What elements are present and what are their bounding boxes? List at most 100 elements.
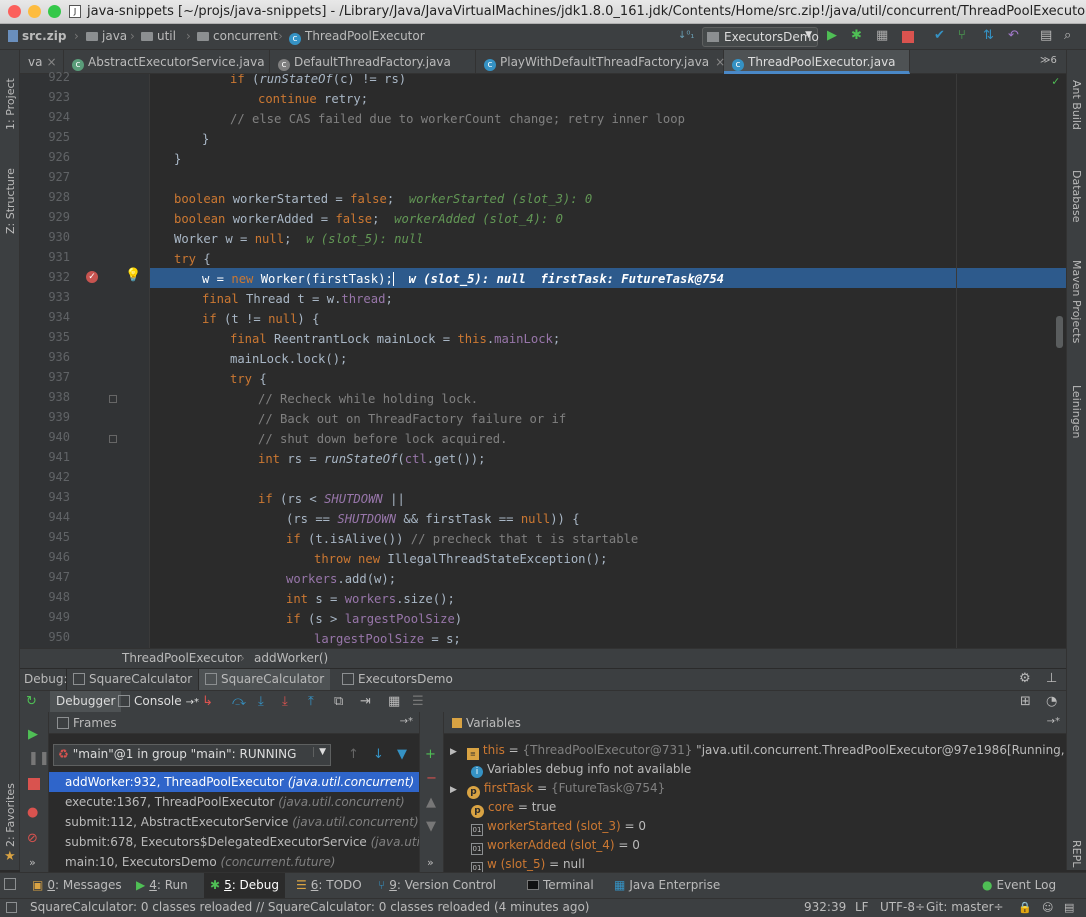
variable-row[interactable]: 01 workerStarted (slot_3) = 0 — [471, 817, 646, 836]
debug-session-tab[interactable]: SquareCalculator — [198, 669, 330, 691]
settings-icon[interactable]: ⚙ — [1019, 672, 1031, 686]
zoom-window-button[interactable] — [48, 5, 61, 18]
resume-icon[interactable]: ▶ — [28, 728, 38, 742]
tabs-overflow[interactable]: ≫6 — [1040, 55, 1057, 66]
status-message[interactable]: SquareCalculator: 0 classes reloaded // … — [30, 900, 589, 914]
coverage-icon[interactable]: ▦ — [876, 29, 888, 43]
status-toggle-icon[interactable] — [6, 902, 17, 913]
lock-icon[interactable]: 🔒 — [1018, 901, 1032, 915]
vcs-push-icon[interactable]: ⇅ — [983, 29, 994, 43]
caret-position[interactable]: 932:39 — [804, 900, 846, 914]
minimize-window-button[interactable] — [28, 5, 41, 18]
line-number[interactable]: 945 — [20, 530, 70, 544]
tool-window-ant-build[interactable]: Ant Build — [1070, 80, 1083, 130]
line-number[interactable]: 938 — [20, 390, 70, 404]
show-execution-point-icon[interactable]: ↳ — [202, 695, 213, 709]
git-branch[interactable]: Git: master÷ — [926, 900, 1004, 914]
tool-tab-todo[interactable]: ☰ 6: TODO — [296, 878, 362, 892]
breadcrumb-class[interactable]: c ThreadPoolExecutor — [289, 29, 425, 45]
line-number[interactable]: 942 — [20, 470, 70, 484]
sort-icon[interactable]: ↓⁰₁ — [678, 29, 694, 43]
line-number[interactable]: 939 — [20, 410, 70, 424]
fold-icon[interactable] — [109, 395, 117, 403]
run-icon[interactable]: ▶ — [827, 29, 837, 43]
line-number[interactable]: 931 — [20, 250, 70, 264]
file-encoding[interactable]: UTF-8÷ — [880, 900, 925, 914]
tool-tab-event-log[interactable]: ● Event Log — [982, 878, 1056, 892]
line-number[interactable]: 935 — [20, 330, 70, 344]
tool-tab-run[interactable]: ▶ 4: Run — [136, 878, 188, 892]
tab-default-thread-factory[interactable]: c DefaultThreadFactory.java — [270, 50, 476, 74]
project-structure-icon[interactable]: ▤ — [1040, 29, 1052, 43]
fold-icon[interactable] — [109, 435, 117, 443]
line-number[interactable]: 923 — [20, 90, 70, 104]
trace-icon[interactable]: ☰ — [412, 695, 424, 709]
vcs-commit-icon[interactable]: ⑂ — [958, 29, 966, 43]
tool-window-database[interactable]: Database — [1070, 170, 1083, 223]
line-number[interactable]: 946 — [20, 550, 70, 564]
stop-icon[interactable] — [902, 31, 914, 43]
breadcrumb-java[interactable]: java — [86, 29, 127, 43]
line-number[interactable]: 947 — [20, 570, 70, 584]
up-arrow-icon[interactable]: ↑ — [348, 748, 359, 762]
update-project-icon[interactable]: ✔ — [934, 29, 945, 43]
inspector-icon[interactable]: ☺ — [1042, 901, 1053, 915]
line-number[interactable]: 941 — [20, 450, 70, 464]
breakpoint-icon[interactable]: ✓ — [86, 271, 98, 283]
more-icon[interactable]: » — [29, 856, 36, 870]
memory-icon[interactable]: ◔ — [1046, 695, 1057, 709]
pin-icon[interactable]: →* — [1047, 716, 1060, 727]
step-out-icon[interactable]: ⤒ — [308, 695, 314, 709]
remove-watch-icon[interactable]: − — [426, 772, 437, 786]
pin-icon[interactable]: →* — [400, 716, 413, 727]
breadcrumb-src-zip[interactable]: src.zip — [8, 29, 66, 43]
notifications-icon[interactable]: ▤ — [1064, 901, 1074, 915]
line-number[interactable]: 932 — [20, 270, 70, 284]
line-number[interactable]: 940 — [20, 430, 70, 444]
up-arrow-icon[interactable]: ▲ — [426, 796, 436, 810]
force-step-into-icon[interactable]: ⤓ — [282, 695, 288, 709]
line-number[interactable]: 930 — [20, 230, 70, 244]
breadcrumb-concurrent[interactable]: concurrent — [197, 29, 278, 43]
debug-icon[interactable]: ✱ — [851, 29, 862, 43]
line-number[interactable]: 933 — [20, 290, 70, 304]
line-number[interactable]: 944 — [20, 510, 70, 524]
line-number[interactable]: 922 — [20, 70, 70, 84]
line-number[interactable]: 937 — [20, 370, 70, 384]
pause-icon[interactable]: ❚❚ — [28, 752, 50, 766]
frame-item[interactable]: main:10, ExecutorsDemo (concurrent.futur… — [49, 852, 419, 872]
line-separator[interactable]: LF — [855, 900, 869, 914]
line-number[interactable]: 927 — [20, 170, 70, 184]
line-number[interactable]: 948 — [20, 590, 70, 604]
breadcrumb-class[interactable]: ThreadPoolExecutor — [122, 651, 242, 665]
line-number[interactable]: 936 — [20, 350, 70, 364]
mute-breakpoints-icon[interactable]: ⊘ — [27, 832, 38, 846]
line-number[interactable]: 924 — [20, 110, 70, 124]
tool-tab-terminal[interactable]: Terminal — [527, 878, 594, 892]
close-icon[interactable]: × — [46, 55, 56, 69]
variable-row[interactable]: ▶ ≡ this = {ThreadPoolExecutor@731} "java.… — [450, 741, 1066, 760]
step-into-icon[interactable]: ⤓ — [258, 695, 264, 709]
debug-session-tab[interactable]: ExecutorsDemo — [336, 669, 460, 691]
line-number[interactable]: 929 — [20, 210, 70, 224]
more-icon[interactable]: » — [427, 856, 434, 870]
line-number[interactable]: 925 — [20, 130, 70, 144]
variable-row[interactable]: p core = true — [471, 798, 556, 818]
tool-window-favorites[interactable]: 2: Favorites — [4, 783, 17, 847]
evaluate-expression-icon[interactable]: ▦ — [388, 695, 400, 709]
variable-row[interactable]: 01 w (slot_5) = null — [471, 855, 585, 872]
tool-tab-debug[interactable]: ✱ 5: Debug — [204, 873, 286, 899]
undo-icon[interactable]: ↶ — [1008, 29, 1019, 43]
tool-window-maven[interactable]: Maven Projects — [1070, 260, 1083, 343]
drop-frame-icon[interactable]: ⧉ — [334, 695, 343, 709]
line-number[interactable]: 949 — [20, 610, 70, 624]
tool-tab-version-control[interactable]: ⑂ 9: Version Control — [378, 878, 496, 892]
breadcrumb-util[interactable]: util — [141, 29, 176, 43]
hide-icon[interactable]: ⊥ — [1046, 672, 1057, 686]
line-number[interactable]: 928 — [20, 190, 70, 204]
stop-icon[interactable] — [28, 778, 40, 790]
thread-select[interactable]: ♻ "main"@1 in group "main": RUNNING ▼ — [53, 744, 331, 766]
line-number[interactable]: 926 — [20, 150, 70, 164]
add-watch-icon[interactable]: + — [425, 748, 436, 762]
step-over-icon[interactable]: ⤼ — [232, 695, 246, 709]
